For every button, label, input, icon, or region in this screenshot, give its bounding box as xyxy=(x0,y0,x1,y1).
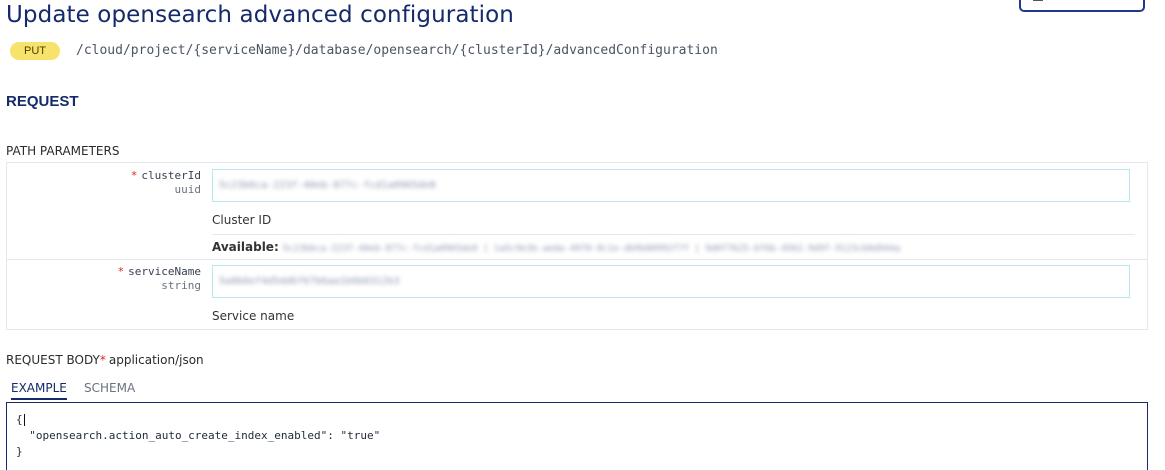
required-marker: * xyxy=(117,265,125,278)
request-body-editor[interactable]: { "opensearch.action_auto_create_index_e… xyxy=(6,402,1148,470)
tab-schema[interactable]: SCHEMA xyxy=(84,380,135,400)
required-marker: * xyxy=(130,169,138,182)
path-parameters-panel: * clusterId uuid 5c23b6ca-223f-40eb-877c-… xyxy=(6,162,1148,330)
param-clusterid-description: Cluster ID xyxy=(212,213,272,227)
servicename-input[interactable]: 5a0b6ef4d5dd6f67b6aa1b6b0312b3 xyxy=(212,265,1130,298)
param-servicename-type: string xyxy=(161,279,201,292)
minimize-icon xyxy=(1033,0,1043,1)
endpoint-path: /cloud/project/{serviceName}/database/op… xyxy=(76,43,718,58)
param-name-text: serviceName xyxy=(128,265,201,278)
param-name-text: clusterId xyxy=(141,169,201,182)
tab-example[interactable]: EXAMPLE xyxy=(11,380,67,400)
code-line: } xyxy=(16,445,23,458)
param-servicename-name: * serviceName xyxy=(118,265,201,279)
request-body-label: REQUEST BODY xyxy=(6,353,100,367)
param-divider xyxy=(7,259,1147,260)
clusterid-input[interactable]: 5c23b6ca-223f-40eb-877c-fcd1a0965de8 xyxy=(212,169,1130,202)
available-values[interactable]: 5c23b6ca-223f-40eb-877c-fcd1a0965de8 | 1… xyxy=(283,244,901,254)
param-clusterid-name: * clusterId xyxy=(131,169,201,183)
required-marker: * xyxy=(99,353,106,367)
page-title: Update opensearch advanced configuration xyxy=(6,2,514,28)
path-parameters-title: PATH PARAMETERS xyxy=(6,144,120,158)
http-method-badge: PUT xyxy=(10,42,60,60)
code-line: "opensearch.action_auto_create_index_ena… xyxy=(16,429,381,442)
content-type: application/json xyxy=(108,353,204,367)
param-servicename-description: Service name xyxy=(212,309,295,323)
top-right-widget[interactable] xyxy=(1019,0,1145,12)
servicename-input-value: 5a0b6ef4d5dd6f67b6aa1b6b0312b3 xyxy=(219,276,400,287)
code-line: { xyxy=(16,412,1138,428)
clusterid-input-value: 5c23b6ca-223f-40eb-877c-fcd1a0965de8 xyxy=(219,180,436,191)
code-line-text: { xyxy=(16,413,23,426)
request-heading: REQUEST xyxy=(6,93,79,110)
param-clusterid-type: uuid xyxy=(174,183,202,196)
available-label: Available: xyxy=(212,240,279,254)
request-body-title: REQUEST BODY* application/json xyxy=(6,353,204,367)
available-values-row: Available: 5c23b6ca-223f-40eb-877c-fcd1a… xyxy=(212,234,1135,258)
text-cursor xyxy=(23,414,25,426)
